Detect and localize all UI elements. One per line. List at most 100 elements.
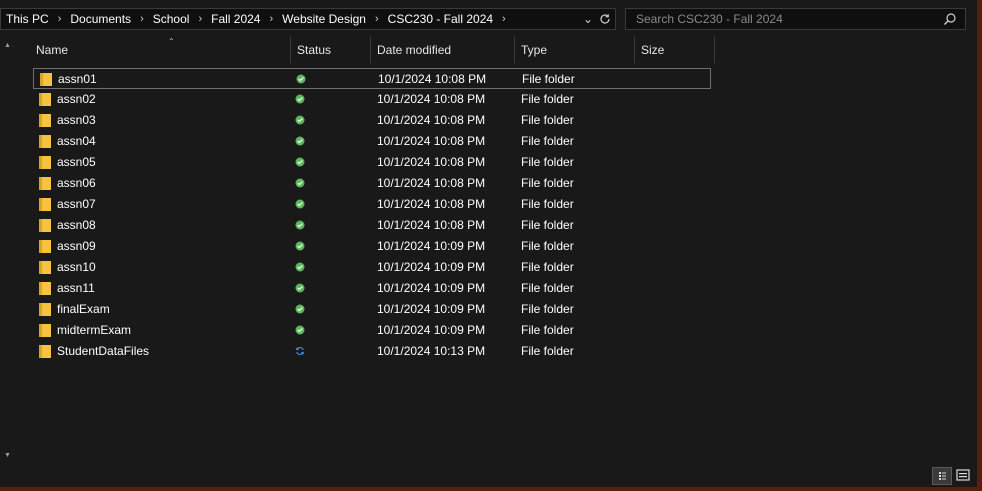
sync-complete-icon (295, 220, 305, 230)
column-header-status-label: Status (297, 43, 332, 57)
folder-icon (39, 219, 51, 232)
sync-complete-icon (295, 283, 305, 293)
chevron-down-icon[interactable]: ⌄ (583, 12, 593, 26)
column-header-date-modified[interactable]: Date modified (372, 37, 515, 63)
folder-icon (39, 135, 51, 148)
file-row[interactable]: assn08 10/1/2024 10:08 PM File folder (33, 215, 711, 236)
search-box[interactable] (625, 8, 966, 30)
syncing-icon (295, 346, 305, 356)
file-date-modified: 10/1/2024 10:08 PM (377, 113, 486, 127)
folder-icon (39, 198, 51, 211)
breadcrumb-item[interactable]: This PC (6, 12, 49, 26)
file-row[interactable]: assn03 10/1/2024 10:08 PM File folder (33, 110, 711, 131)
column-header-size-label: Size (641, 43, 665, 57)
folder-icon (39, 93, 51, 106)
column-header-name-label: Name (36, 43, 69, 57)
file-type: File folder (521, 323, 574, 337)
file-type: File folder (521, 197, 574, 211)
folder-icon (39, 156, 51, 169)
file-row[interactable]: assn05 10/1/2024 10:08 PM File folder (33, 152, 711, 173)
breadcrumb-item[interactable]: CSC230 - Fall 2024 (388, 12, 493, 26)
chevron-right-icon[interactable]: › (198, 13, 202, 25)
folder-icon (39, 261, 51, 274)
file-row[interactable]: assn01 10/1/2024 10:08 PM File folder (33, 68, 711, 89)
file-row[interactable]: assn10 10/1/2024 10:09 PM File folder (33, 257, 711, 278)
file-type: File folder (521, 113, 574, 127)
file-date-modified: 10/1/2024 10:09 PM (377, 239, 486, 253)
chevron-right-icon[interactable]: › (269, 13, 273, 25)
file-name: assn09 (57, 239, 96, 253)
details-view-button[interactable] (932, 467, 952, 485)
sync-complete-icon (295, 115, 305, 125)
file-name: assn02 (57, 92, 96, 106)
file-name: StudentDataFiles (57, 344, 150, 358)
file-row[interactable]: midtermExam 10/1/2024 10:09 PM File folder (33, 320, 711, 341)
folder-icon (40, 73, 52, 86)
file-row[interactable]: assn06 10/1/2024 10:08 PM File folder (33, 173, 711, 194)
breadcrumb-item[interactable]: Fall 2024 (211, 12, 260, 26)
column-header-date-label: Date modified (377, 43, 452, 57)
column-header-status[interactable]: Status (292, 37, 371, 63)
file-name: assn11 (57, 281, 95, 295)
file-explorer-window: This PC › Documents › School › Fall 2024 › Websi… (0, 0, 977, 487)
nav-pane-scrollbar[interactable]: ▲ ▼ (0, 37, 17, 465)
file-name: assn01 (58, 72, 97, 86)
folder-icon (39, 324, 51, 337)
file-type: File folder (521, 176, 574, 190)
file-row[interactable]: assn11 10/1/2024 10:09 PM File folder (33, 278, 711, 299)
file-date-modified: 10/1/2024 10:08 PM (377, 197, 486, 211)
breadcrumb-item[interactable]: School (153, 12, 190, 26)
sort-ascending-icon: ⌃ (168, 37, 175, 46)
breadcrumb-actions: ⌄ (583, 9, 611, 29)
sync-complete-icon (295, 262, 305, 272)
search-input[interactable] (634, 11, 938, 27)
scroll-down-arrow-icon[interactable]: ▼ (4, 452, 11, 459)
status-bar (0, 465, 977, 487)
breadcrumb-item[interactable]: Website Design (282, 12, 366, 26)
folder-icon (39, 282, 51, 295)
file-type: File folder (522, 72, 575, 86)
column-header-type[interactable]: Type (516, 37, 635, 63)
file-row[interactable]: assn09 10/1/2024 10:09 PM File folder (33, 236, 711, 257)
chevron-right-icon[interactable]: › (375, 13, 379, 25)
file-row[interactable]: assn07 10/1/2024 10:08 PM File folder (33, 194, 711, 215)
file-row[interactable]: assn02 10/1/2024 10:08 PM File folder (33, 89, 711, 110)
sync-complete-icon (295, 241, 305, 251)
file-type: File folder (521, 155, 574, 169)
file-date-modified: 10/1/2024 10:08 PM (377, 92, 486, 106)
chevron-right-icon[interactable]: › (140, 13, 144, 25)
file-date-modified: 10/1/2024 10:09 PM (377, 281, 486, 295)
file-row[interactable]: StudentDataFiles 10/1/2024 10:13 PM File f… (33, 341, 711, 362)
file-type: File folder (521, 239, 574, 253)
file-date-modified: 10/1/2024 10:09 PM (377, 302, 486, 316)
file-name: assn04 (57, 134, 96, 148)
file-name: assn10 (57, 260, 96, 274)
chevron-right-icon[interactable]: › (58, 13, 62, 25)
sync-complete-icon (295, 304, 305, 314)
breadcrumb-item[interactable]: Documents (70, 12, 131, 26)
refresh-icon[interactable] (599, 13, 611, 25)
file-date-modified: 10/1/2024 10:08 PM (377, 155, 486, 169)
search-icon[interactable] (943, 12, 957, 26)
large-icons-view-button[interactable] (954, 467, 974, 485)
breadcrumb[interactable]: This PC › Documents › School › Fall 2024 › Websi… (0, 8, 616, 30)
file-name: assn07 (57, 197, 96, 211)
folder-icon (39, 345, 51, 358)
sync-complete-icon (296, 74, 306, 84)
file-row[interactable]: finalExam 10/1/2024 10:09 PM File folder (33, 299, 711, 320)
file-type: File folder (521, 344, 574, 358)
file-list-pane: ⌃ Name Status Date modified Type Size as… (17, 37, 977, 465)
column-header-type-label: Type (521, 43, 548, 57)
file-type: File folder (521, 92, 574, 106)
folder-icon (39, 303, 51, 316)
chevron-right-icon[interactable]: › (502, 13, 506, 25)
sync-complete-icon (295, 136, 305, 146)
file-date-modified: 10/1/2024 10:09 PM (377, 260, 486, 274)
column-header-name[interactable]: ⌃ Name (31, 37, 291, 63)
folder-icon (39, 114, 51, 127)
file-name: assn06 (57, 176, 96, 190)
file-row[interactable]: assn04 10/1/2024 10:08 PM File folder (33, 131, 711, 152)
scroll-up-arrow-icon[interactable]: ▲ (4, 42, 11, 49)
column-header-size[interactable]: Size (636, 37, 715, 63)
file-type: File folder (521, 302, 574, 316)
